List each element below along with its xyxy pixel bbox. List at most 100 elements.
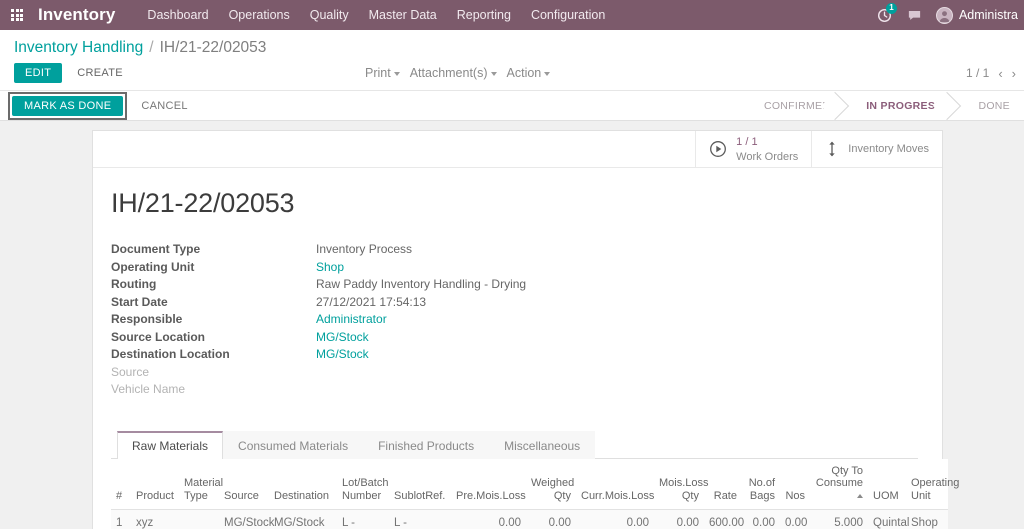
field-row-document-type: Document Type Inventory Process [111, 241, 918, 259]
smart-button-work-orders-text: 1 / 1 Work Orders [736, 134, 798, 164]
chevron-down-icon [490, 71, 497, 76]
column-header-qty-to-consume[interactable]: Qty To Consume [810, 458, 868, 511]
tab-finished-products[interactable]: Finished Products [363, 430, 490, 459]
play-circle-icon [709, 140, 727, 158]
grid-dots-glyph [11, 9, 23, 21]
menu-item-dashboard[interactable]: Dashboard [137, 2, 218, 28]
action-dropdown[interactable]: Action [507, 66, 551, 80]
status-step-confirmed[interactable]: CONFIRMED [741, 91, 845, 120]
activity-badge-count: 1 [885, 3, 897, 14]
field-value-routing: Raw Paddy Inventory Handling - Drying [316, 277, 527, 291]
chevron-down-icon [393, 71, 400, 76]
smart-button-work-orders[interactable]: 1 / 1 Work Orders [695, 131, 811, 167]
clock-activity-icon[interactable]: 1 [870, 0, 900, 30]
main-menu: Dashboard Operations Quality Master Data… [137, 2, 615, 28]
column-header-lot-batch-number[interactable]: Lot/Batch Number [337, 458, 389, 511]
work-orders-count: 1 / 1 [736, 136, 758, 149]
pager-next-icon[interactable]: › [1012, 66, 1016, 81]
cell-rate: 600.00 [704, 509, 744, 529]
create-button[interactable]: CREATE [66, 63, 134, 83]
menu-item-quality[interactable]: Quality [300, 2, 359, 28]
page-title: IH/21-22/02053 [111, 188, 295, 218]
menu-item-reporting[interactable]: Reporting [447, 2, 521, 28]
tab-raw-materials[interactable]: Raw Materials [117, 430, 224, 459]
field-value-destination-location[interactable]: MG/Stock [316, 346, 918, 364]
column-header-sublot-ref[interactable]: SublotRef. [389, 458, 451, 511]
menu-item-master-data[interactable]: Master Data [359, 2, 447, 28]
column-header-curr-mois-loss[interactable]: Curr.Mois.Loss [576, 458, 654, 511]
notebook-tabs: Raw Materials Consumed Materials Finishe… [111, 430, 918, 459]
field-row-source: Source [111, 364, 918, 382]
field-value-source-location[interactable]: MG/Stock [316, 329, 918, 347]
field-label-operating-unit: Operating Unit [111, 259, 195, 274]
mark-as-done-button[interactable]: MARK AS DONE [12, 95, 124, 116]
breadcrumb-parent-link[interactable]: Inventory Handling [14, 39, 143, 57]
user-menu[interactable]: Administra [930, 6, 1022, 24]
cancel-button[interactable]: CANCEL [131, 97, 197, 115]
app-brand-title[interactable]: Inventory [38, 5, 115, 25]
column-header-uom[interactable]: UOM [868, 458, 906, 511]
attachments-dropdown-label: Attachment(s) [409, 66, 488, 80]
apps-grid-icon[interactable] [4, 0, 30, 30]
column-header-nos[interactable]: Nos [780, 458, 810, 511]
column-header-rate[interactable]: Rate [704, 458, 742, 511]
table-header-row: # Product Material Type Source Destinati… [111, 458, 959, 511]
cell-material-type [179, 509, 219, 529]
column-header-operating-unit[interactable]: Operating Unit [906, 458, 959, 511]
record-pager: 1 / 1 ‹ › [966, 66, 1016, 81]
column-header-weighed-qty[interactable]: Weighed Qty [526, 458, 576, 511]
form-body: IH/21-22/02053 Document Type Inventory P… [93, 168, 959, 529]
column-header-destination[interactable]: Destination [269, 458, 337, 511]
field-label-responsible: Responsible [111, 312, 183, 326]
cell-product: xyz paddy [131, 509, 179, 529]
status-step-in-progress[interactable]: IN PROGRESS [844, 91, 957, 120]
tab-pane-raw-materials: # Product Material Type Source Destinati… [111, 458, 959, 529]
control-panel-dropdowns: Print Attachment(s) Action [365, 66, 551, 80]
statusbar-row: MARK AS DONE CANCEL CONFIRMED IN PROGRES… [0, 91, 1024, 121]
column-header-mois-loss-qty[interactable]: Mois.Loss Qty [654, 458, 709, 511]
chat-bubble-icon[interactable] [900, 0, 930, 30]
smart-button-bar: 1 / 1 Work Orders Inventory Moves [93, 131, 942, 168]
status-step-done[interactable]: DONE [956, 91, 1024, 120]
sort-ascending-icon [857, 493, 863, 498]
breadcrumb: Inventory Handling / IH/21-22/02053 [0, 30, 1024, 57]
print-dropdown-label: Print [365, 66, 391, 80]
raw-materials-table-head: # Product Material Type Source Destinati… [111, 458, 959, 511]
column-header-source[interactable]: Source [219, 458, 269, 511]
field-label-source-location: Source Location [111, 329, 206, 344]
field-value-start-date: 27/12/2021 17:54:13 [316, 294, 427, 309]
field-label-destination-location: Destination Location [111, 347, 230, 361]
form-sheet: 1 / 1 Work Orders Inventory Moves IH/21-… [92, 130, 959, 529]
print-dropdown[interactable]: Print [365, 66, 400, 80]
tab-miscellaneous[interactable]: Miscellaneous [489, 430, 596, 459]
field-row-destination-location: Destination Location MG/Stock [111, 346, 918, 364]
cell-destination: MG/Stock [269, 509, 337, 529]
menu-item-configuration[interactable]: Configuration [521, 2, 615, 28]
field-row-responsible: Responsible Administrator [111, 311, 918, 329]
attachments-dropdown[interactable]: Attachment(s) [410, 66, 497, 80]
column-header-material-type[interactable]: Material Type [179, 458, 223, 511]
field-value-responsible[interactable]: Administrator [316, 311, 918, 329]
column-header-product[interactable]: Product [131, 458, 179, 511]
table-row[interactable]: 1 xyz paddy MG/Stock MG/Stock L - 000003… [111, 509, 948, 529]
cell-qty-to-consume: 5.000 [810, 509, 868, 529]
menu-item-operations[interactable]: Operations [219, 2, 300, 28]
column-header-no-of-bags[interactable]: No.of Bags [742, 458, 780, 511]
field-value-operating-unit[interactable]: Shop [316, 259, 918, 277]
edit-button[interactable]: EDIT [14, 63, 63, 83]
chevron-down-icon [544, 71, 551, 76]
pager-previous-icon[interactable]: ‹ [998, 66, 1002, 81]
field-value-document-type: Inventory Process [316, 242, 413, 256]
column-header-pre-mois-loss[interactable]: Pre.Mois.Loss [451, 458, 526, 511]
top-navbar: Inventory Dashboard Operations Quality M… [0, 0, 1024, 30]
status-pipeline: CONFIRMED IN PROGRESS DONE [741, 91, 1024, 120]
column-header-qty-to-consume-label: Qty To Consume [815, 464, 863, 490]
control-panel: Inventory Handling / IH/21-22/02053 EDIT… [0, 30, 1024, 91]
column-header-index[interactable]: # [111, 458, 131, 511]
field-value-vehicle-name [316, 381, 918, 399]
smart-button-inventory-moves[interactable]: Inventory Moves [811, 131, 942, 167]
tab-consumed-materials[interactable]: Consumed Materials [223, 430, 364, 459]
field-label-routing: Routing [111, 277, 157, 291]
mark-as-done-focus-ring: MARK AS DONE [8, 91, 128, 120]
user-name-label: Administra [958, 8, 1018, 22]
